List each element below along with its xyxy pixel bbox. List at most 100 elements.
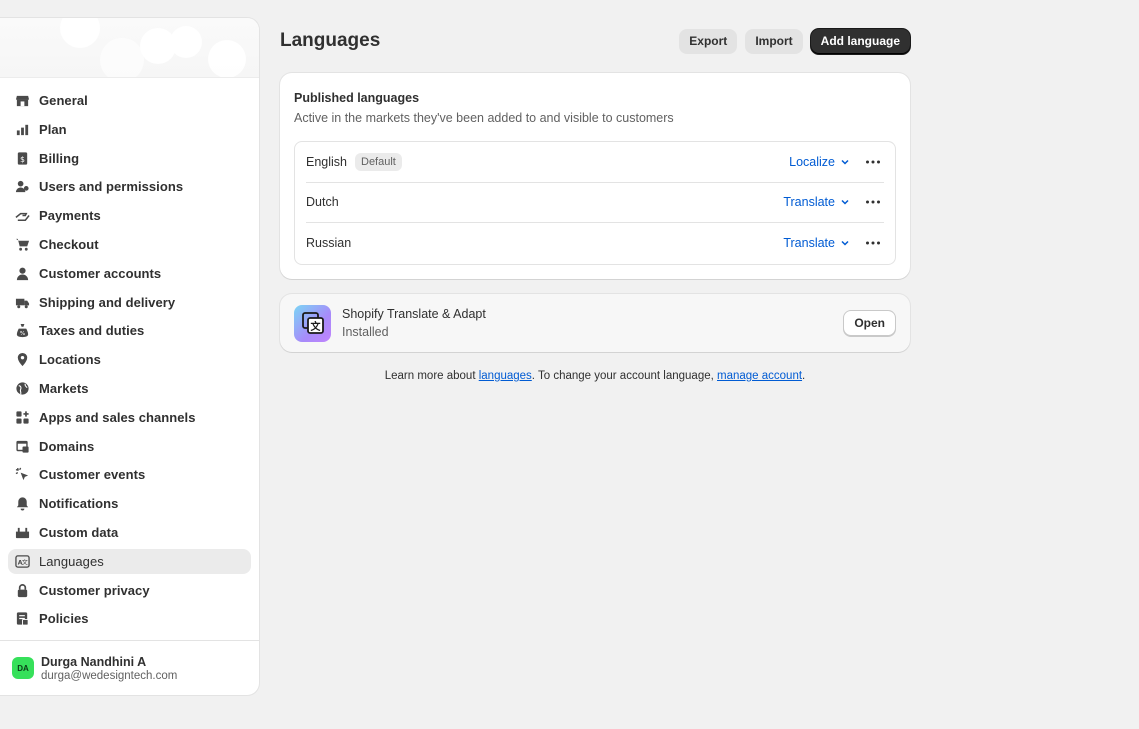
- ellipsis-icon: [866, 241, 880, 245]
- user-email: durga@wedesigntech.com: [41, 669, 178, 682]
- store-icon: [14, 93, 30, 109]
- card-title: Published languages: [294, 91, 420, 105]
- sidebar-item-plan[interactable]: Plan: [8, 117, 251, 142]
- users-icon: [14, 179, 30, 195]
- sidebar-item-domains[interactable]: Domains: [8, 434, 251, 459]
- app-name: Shopify Translate & Adapt: [342, 307, 486, 321]
- language-row-russian: Russian Translate: [306, 223, 884, 264]
- translate-app-logo: 文: [294, 304, 331, 342]
- cursor-icon: [14, 467, 30, 483]
- sidebar-item-general[interactable]: General: [8, 88, 251, 113]
- domain-icon: [14, 438, 30, 454]
- sidebar-item-apps[interactable]: Apps and sales channels: [8, 405, 251, 430]
- page-title: Languages: [280, 30, 381, 51]
- billing-icon: $: [14, 150, 30, 166]
- sidebar-item-label: Customer privacy: [39, 582, 150, 598]
- svg-text:文: 文: [21, 558, 27, 566]
- help-footer: Learn more about languages. To change yo…: [280, 370, 910, 382]
- language-name: English: [306, 154, 347, 169]
- sidebar-item-label: Users and permissions: [39, 179, 184, 195]
- sidebar-item-label: Apps and sales channels: [39, 409, 196, 425]
- more-actions-button[interactable]: [862, 241, 884, 245]
- sidebar-item-label: Customer events: [39, 467, 146, 483]
- sidebar-item-label: Markets: [39, 380, 89, 396]
- language-row-english: English Default Localize: [306, 142, 884, 183]
- sidebar-item-label: Billing: [39, 150, 80, 166]
- sidebar-item-label: Payments: [39, 208, 101, 224]
- sidebar-item-checkout[interactable]: Checkout: [8, 232, 251, 257]
- sidebar-item-languages[interactable]: A文 Languages: [8, 548, 251, 574]
- sidebar-item-taxes[interactable]: % Taxes and duties: [8, 318, 251, 343]
- sidebar-item-label: Customer accounts: [39, 265, 162, 281]
- sidebar-item-customer-accounts[interactable]: Customer accounts: [8, 261, 251, 286]
- default-badge: Default: [355, 152, 402, 171]
- user-name: Durga Nandhini A: [41, 654, 147, 669]
- published-languages-card: Published languages Active in the market…: [280, 73, 910, 279]
- sidebar-item-policies[interactable]: Policies: [8, 606, 251, 631]
- translate-app-card: 文 Shopify Translate & Adapt Installed Op…: [280, 294, 910, 352]
- more-actions-button[interactable]: [862, 200, 884, 204]
- languages-help-link[interactable]: languages: [479, 370, 532, 382]
- svg-text:文: 文: [310, 320, 321, 333]
- sidebar-item-label: Policies: [39, 611, 89, 627]
- language-name: Russian: [306, 236, 352, 251]
- policy-icon: [14, 611, 30, 627]
- sidebar-item-custom-data[interactable]: Custom data: [8, 520, 251, 545]
- sidebar-item-label: Taxes and duties: [39, 323, 145, 339]
- sidebar-item-label: General: [39, 93, 88, 108]
- truck-icon: [14, 294, 30, 310]
- action-label: Translate: [783, 236, 835, 251]
- tax-icon: %: [14, 323, 30, 339]
- sidebar-item-users[interactable]: Users and permissions: [8, 174, 251, 199]
- avatar: DA: [12, 657, 34, 679]
- ellipsis-icon: [866, 160, 880, 164]
- more-actions-button[interactable]: [862, 160, 884, 164]
- globe-icon: [14, 380, 30, 396]
- person-icon: [14, 265, 30, 281]
- card-subtitle: Active in the markets they've been added…: [294, 111, 674, 125]
- chevron-down-icon: [841, 159, 849, 165]
- plan-icon: [14, 121, 30, 137]
- language-icon: A文: [14, 553, 30, 569]
- sidebar-item-notifications[interactable]: Notifications: [8, 491, 251, 516]
- translate-button[interactable]: Translate: [783, 195, 850, 209]
- language-row-dutch: Dutch Translate: [306, 183, 884, 223]
- ellipsis-icon: [866, 200, 880, 204]
- sidebar-item-customer-events[interactable]: Customer events: [8, 462, 251, 487]
- action-label: Translate: [783, 195, 835, 210]
- footer-text: .: [802, 370, 806, 382]
- sidebar-item-shipping[interactable]: Shipping and delivery: [8, 290, 251, 315]
- lock-icon: [14, 582, 30, 598]
- language-list: English Default Localize Dutch Translate…: [294, 141, 896, 265]
- sidebar-nav: General Plan $ Billing Users and permiss…: [0, 78, 259, 631]
- sidebar-item-billing[interactable]: $ Billing: [8, 146, 251, 171]
- account-menu[interactable]: DA Durga Nandhini A durga@wedesigntech.c…: [0, 640, 259, 695]
- bell-icon: [14, 496, 30, 512]
- location-icon: [14, 352, 30, 368]
- sidebar-item-label: Checkout: [39, 236, 99, 252]
- language-name: Dutch: [306, 195, 339, 210]
- sidebar-item-label: Locations: [39, 352, 101, 368]
- cart-icon: [14, 236, 30, 252]
- export-button[interactable]: Export: [679, 28, 738, 54]
- sidebar-item-label: Custom data: [39, 524, 119, 540]
- payments-icon: [14, 208, 30, 224]
- svg-text:$: $: [20, 154, 25, 163]
- sidebar-item-label: Languages: [39, 553, 104, 569]
- open-app-button[interactable]: Open: [843, 310, 896, 336]
- sidebar-item-locations[interactable]: Locations: [8, 347, 251, 372]
- sidebar-item-payments[interactable]: Payments: [8, 203, 251, 228]
- translate-button[interactable]: Translate: [783, 236, 850, 250]
- sidebar-item-markets[interactable]: Markets: [8, 376, 251, 401]
- chevron-down-icon: [841, 200, 849, 205]
- localize-button[interactable]: Localize: [789, 155, 850, 169]
- add-language-button[interactable]: Add language: [810, 28, 910, 54]
- manage-account-link[interactable]: manage account: [717, 370, 802, 382]
- apps-icon: [14, 409, 30, 425]
- svg-text:%: %: [19, 332, 25, 338]
- sidebar-item-label: Notifications: [39, 496, 119, 512]
- app-status: Installed: [342, 325, 389, 339]
- sidebar-item-label: Shipping and delivery: [39, 294, 176, 310]
- import-button[interactable]: Import: [745, 28, 803, 54]
- sidebar-item-customer-privacy[interactable]: Customer privacy: [8, 578, 251, 603]
